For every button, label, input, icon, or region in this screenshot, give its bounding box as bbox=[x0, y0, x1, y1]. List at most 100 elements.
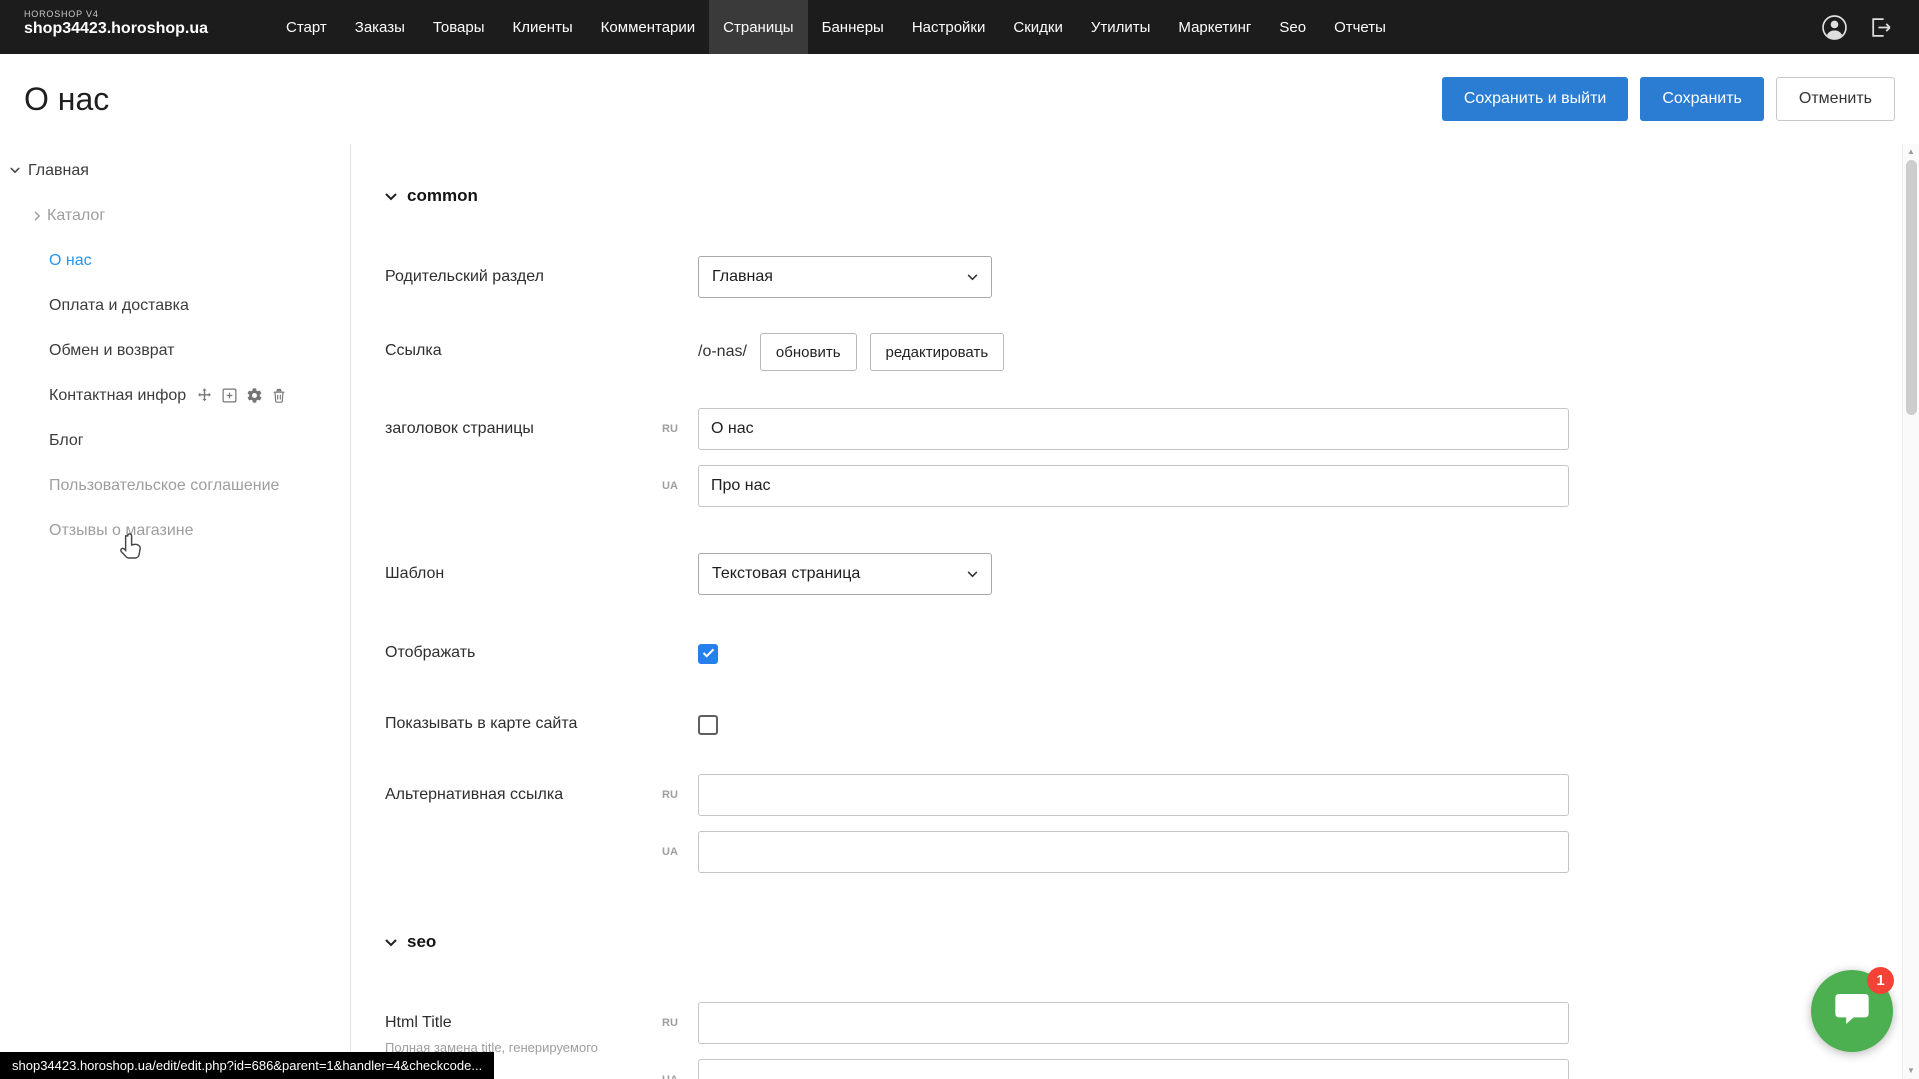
row-alt-link: Альтернативная ссылка RU UA bbox=[385, 774, 1919, 873]
section-seo[interactable]: seo bbox=[385, 932, 1919, 952]
lang-tag-ru: RU bbox=[662, 1002, 688, 1029]
nav-marketing[interactable]: Маркетинг bbox=[1164, 0, 1265, 54]
nav-seo[interactable]: Seo bbox=[1265, 0, 1320, 54]
lang-tag-ru: RU bbox=[662, 774, 688, 801]
chevron-down-icon bbox=[967, 268, 978, 286]
pages-tree-sidebar: Главная Каталог О нас Оплата и доставка … bbox=[0, 144, 351, 1079]
nav-start[interactable]: Старт bbox=[272, 0, 341, 54]
html-title-ru-input[interactable] bbox=[698, 1002, 1569, 1044]
link-update-button[interactable]: обновить bbox=[760, 333, 857, 371]
chevron-down-icon bbox=[385, 932, 397, 952]
chevron-down-icon[interactable] bbox=[10, 167, 20, 174]
display-checkbox[interactable] bbox=[698, 644, 718, 664]
tree-item-blog[interactable]: Блог bbox=[0, 418, 350, 463]
account-icon[interactable] bbox=[1821, 14, 1848, 41]
chevron-down-icon bbox=[967, 565, 978, 583]
link-path: /o-nas/ bbox=[698, 343, 747, 361]
link-edit-button[interactable]: редактировать bbox=[870, 333, 1005, 371]
brand-domain: shop34423.horoshop.ua bbox=[24, 20, 272, 38]
lang-tag-ua: UA bbox=[662, 1059, 688, 1079]
field-label: Родительский раздел bbox=[385, 256, 698, 286]
trash-icon[interactable] bbox=[271, 387, 287, 404]
scrollbar-thumb[interactable] bbox=[1906, 160, 1917, 415]
tree-item-polzovatelskoe[interactable]: Пользовательское соглашение bbox=[0, 463, 350, 508]
template-select[interactable]: Текстовая страница bbox=[698, 553, 992, 595]
nav-settings[interactable]: Настройки bbox=[898, 0, 1000, 54]
move-icon[interactable] bbox=[196, 387, 213, 404]
field-label: Отображать bbox=[385, 643, 698, 662]
sitemap-checkbox[interactable] bbox=[698, 715, 718, 735]
status-url-bar: shop34423.horoshop.ua/edit/edit.php?id=6… bbox=[0, 1052, 494, 1079]
section-title: common bbox=[407, 186, 478, 206]
brand[interactable]: HOROSHOP V4 shop34423.horoshop.ua bbox=[0, 0, 272, 54]
row-template: Шаблон Текстовая страница bbox=[385, 553, 1919, 595]
chevron-down-icon bbox=[385, 186, 397, 206]
row-parent-section: Родительский раздел Главная bbox=[385, 256, 1919, 298]
alt-link-ru-input[interactable] bbox=[698, 774, 1569, 816]
chevron-right-icon[interactable] bbox=[34, 211, 41, 221]
nav-reports[interactable]: Отчеты bbox=[1320, 0, 1400, 54]
scrollbar[interactable]: ▲ ▼ bbox=[1902, 144, 1919, 1079]
html-title-label: Html Title bbox=[385, 1013, 662, 1032]
nav-banners[interactable]: Баннеры bbox=[808, 0, 898, 54]
nav-pages[interactable]: Страницы bbox=[709, 0, 807, 54]
nav-discounts[interactable]: Скидки bbox=[999, 0, 1076, 54]
field-label: Альтернативная ссылка bbox=[385, 774, 662, 804]
tree-item-obmen[interactable]: Обмен и возврат bbox=[0, 328, 350, 373]
page-header: О нас Сохранить и выйти Сохранить Отмени… bbox=[0, 54, 1919, 144]
tree-item-label: Каталог bbox=[47, 207, 105, 225]
page-title-ua-input[interactable] bbox=[698, 465, 1569, 507]
row-link: Ссылка /o-nas/ обновить редактировать bbox=[385, 332, 1919, 372]
gear-icon[interactable] bbox=[246, 387, 263, 404]
select-value: Главная bbox=[712, 268, 773, 286]
tree-item-label: Оплата и доставка bbox=[49, 297, 189, 315]
nav-clients[interactable]: Клиенты bbox=[499, 0, 587, 54]
tree-item-otzyvy[interactable]: Отзывы о магазине bbox=[0, 508, 350, 553]
field-label: Html Title Полная замена title, генериру… bbox=[385, 1002, 662, 1056]
tree-item-glavnaya[interactable]: Главная bbox=[0, 148, 350, 193]
nav-products[interactable]: Товары bbox=[419, 0, 499, 54]
field-label: заголовок страницы bbox=[385, 408, 662, 438]
row-page-title: заголовок страницы RU UA bbox=[385, 408, 1919, 507]
section-common[interactable]: common bbox=[385, 186, 1919, 206]
add-icon[interactable] bbox=[221, 387, 238, 404]
tree-item-label: Отзывы о магазине bbox=[49, 522, 194, 540]
save-button[interactable]: Сохранить bbox=[1640, 77, 1764, 121]
nav-utilities[interactable]: Утилиты bbox=[1077, 0, 1165, 54]
row-display: Отображать bbox=[385, 643, 1919, 664]
page-title-ru-input[interactable] bbox=[698, 408, 1569, 450]
save-and-exit-button[interactable]: Сохранить и выйти bbox=[1442, 77, 1629, 121]
chat-widget-button[interactable]: 1 bbox=[1811, 970, 1893, 1052]
tree-item-oplata[interactable]: Оплата и доставка bbox=[0, 283, 350, 328]
topbar: HOROSHOP V4 shop34423.horoshop.ua Старт … bbox=[0, 0, 1919, 54]
lang-tag-ua: UA bbox=[662, 465, 688, 492]
row-html-title: Html Title Полная замена title, генериру… bbox=[385, 1002, 1919, 1079]
cancel-button[interactable]: Отменить bbox=[1776, 77, 1895, 121]
page-title: О нас bbox=[24, 81, 109, 118]
chat-badge: 1 bbox=[1867, 967, 1894, 994]
row-sitemap: Показывать в карте сайта bbox=[385, 714, 1919, 735]
parent-section-select[interactable]: Главная bbox=[698, 256, 992, 298]
tree-item-kontaktnaya[interactable]: Контактная инфор bbox=[0, 373, 350, 418]
section-title: seo bbox=[407, 932, 436, 952]
alt-link-ua-input[interactable] bbox=[698, 831, 1569, 873]
header-buttons: Сохранить и выйти Сохранить Отменить bbox=[1442, 77, 1895, 121]
topbar-right bbox=[1821, 0, 1919, 54]
lang-tag-ru: RU bbox=[662, 408, 688, 435]
nav-comments[interactable]: Комментарии bbox=[587, 0, 709, 54]
lang-tag-ua: UA bbox=[662, 831, 688, 858]
field-label: Ссылка bbox=[385, 332, 698, 360]
html-title-ua-input[interactable] bbox=[698, 1059, 1569, 1079]
field-label: Шаблон bbox=[385, 553, 698, 583]
tree-item-label: Пользовательское соглашение bbox=[49, 477, 279, 495]
top-nav: Старт Заказы Товары Клиенты Комментарии … bbox=[272, 0, 1400, 54]
tree-item-o-nas[interactable]: О нас bbox=[0, 238, 350, 283]
scroll-up-arrow[interactable]: ▲ bbox=[1907, 144, 1915, 160]
nav-orders[interactable]: Заказы bbox=[341, 0, 419, 54]
logout-icon[interactable] bbox=[1868, 15, 1893, 40]
scroll-down-arrow[interactable]: ▼ bbox=[1907, 1063, 1915, 1079]
tree-item-label: О нас bbox=[49, 252, 92, 270]
chat-icon bbox=[1832, 989, 1872, 1034]
tree-item-label: Главная bbox=[28, 162, 89, 180]
tree-item-katalog[interactable]: Каталог bbox=[0, 193, 350, 238]
